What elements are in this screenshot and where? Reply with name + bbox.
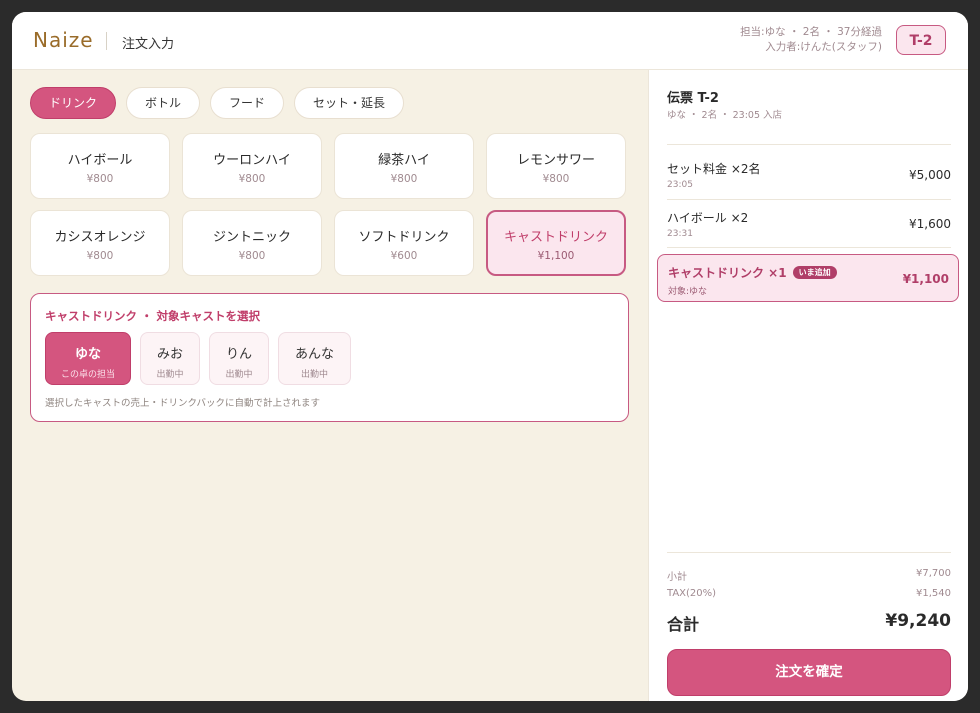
slip-item-name-text: キャストドリンク ×1 (668, 266, 787, 280)
divider (667, 552, 951, 553)
menu-item-oolong-hai[interactable]: ウーロンハイ ¥800 (182, 133, 322, 199)
slip-item-price: ¥1,600 (909, 217, 951, 231)
header: Naize 注文入力 担当:ゆな ・ 2名 ・ 37分経過 入力者:けんた(スタ… (12, 12, 968, 70)
tax-value: ¥1,540 (916, 588, 951, 599)
cast-option-yuna[interactable]: ゆな この卓の担当 (45, 332, 131, 385)
menu-item-price: ¥800 (86, 173, 114, 185)
menu-item-price: ¥800 (86, 250, 114, 262)
cast-name: りん (225, 347, 252, 362)
menu-item-price: ¥600 (390, 250, 418, 262)
table-badge[interactable]: T-2 (896, 25, 946, 55)
menu-item-cassis-orange[interactable]: カシスオレンジ ¥800 (30, 210, 170, 276)
slip-item-price: ¥5,000 (909, 168, 951, 182)
slip-item[interactable]: セット料金 ×2名 23:05 ¥5,000 (667, 160, 951, 190)
menu-grid: ハイボール ¥800 ウーロンハイ ¥800 緑茶ハイ ¥800 レモンサワー … (30, 133, 629, 276)
menu-item-soft-drink[interactable]: ソフトドリンク ¥600 (334, 210, 474, 276)
menu-item-gin-tonic[interactable]: ジントニック ¥800 (182, 210, 322, 276)
subtotal-label: 小計 (667, 572, 687, 583)
tab-drink[interactable]: ドリンク (30, 87, 117, 119)
slip-item-added[interactable]: キャストドリンク ×1 いま追加 対象:ゆな ¥1,100 (657, 254, 959, 302)
category-tabs: ドリンク ボトル フード セット・延長 (30, 87, 405, 119)
total-value: ¥9,240 (885, 611, 951, 631)
menu-item-name: ハイボール (67, 153, 133, 168)
cast-option-anna[interactable]: あんな 出勤中 (278, 332, 351, 385)
menu-item-name: レモンサワー (516, 153, 595, 168)
tab-bottle[interactable]: ボトル (126, 87, 201, 119)
tax-label: TAX(20%) (667, 588, 717, 599)
slip-item-price: ¥1,100 (902, 272, 949, 286)
menu-item-lemon-sour[interactable]: レモンサワー ¥800 (486, 133, 626, 199)
cast-select-panel: キャストドリンク ・ 対象キャストを選択 ゆな この卓の担当 みお 出勤中 りん… (30, 293, 629, 422)
tax-row: TAX(20%) ¥1,540 (667, 588, 951, 599)
cast-status: 出勤中 (300, 370, 328, 380)
tab-food[interactable]: フード (210, 87, 285, 119)
menu-item-name: ソフトドリンク (358, 230, 450, 245)
cast-status: 出勤中 (225, 370, 253, 380)
slip-item[interactable]: ハイボール ×2 23:31 ¥1,600 (667, 209, 951, 239)
cast-options: ゆな この卓の担当 みお 出勤中 りん 出勤中 あんな 出勤中 (45, 332, 351, 385)
tab-set-extension[interactable]: セット・延長 (294, 87, 405, 119)
cast-name: あんな (294, 347, 334, 362)
cast-status: 出勤中 (156, 370, 184, 380)
page-title: 注文入力 (122, 37, 175, 52)
order-slip: 伝票 T-2 ゆな ・ 2名 ・ 23:05 入店 セット料金 ×2名 23:0… (648, 70, 968, 701)
header-divider (106, 32, 107, 50)
cast-name: みお (156, 347, 183, 362)
menu-item-name: カシスオレンジ (54, 230, 146, 245)
menu-item-price: ¥1,100 (537, 250, 575, 262)
total-label: 合計 (667, 615, 700, 634)
cast-select-note: 選択したキャストの売上・ドリンクバックに自動で計上されます (45, 398, 321, 409)
menu-item-price: ¥800 (542, 173, 570, 185)
cast-option-mio[interactable]: みお 出勤中 (140, 332, 200, 385)
subtotal-row: 小計 ¥7,700 (667, 568, 951, 583)
menu-item-highball[interactable]: ハイボール ¥800 (30, 133, 170, 199)
menu-item-price: ¥800 (238, 173, 266, 185)
subtotal-value: ¥7,700 (916, 568, 951, 579)
table-info: 担当:ゆな ・ 2名 ・ 37分経過 入力者:けんた(スタッフ) (740, 25, 882, 55)
pos-screen: Naize 注文入力 担当:ゆな ・ 2名 ・ 37分経過 入力者:けんた(スタ… (12, 12, 968, 701)
slip-title: 伝票 T-2 (667, 91, 719, 106)
menu-item-cast-drink[interactable]: キャストドリンク ¥1,100 (486, 210, 626, 276)
divider (667, 199, 951, 200)
cast-select-title: キャストドリンク ・ 対象キャストを選択 (45, 309, 261, 323)
menu-item-name: ジントニック (212, 230, 291, 245)
menu-item-name: キャストドリンク (503, 230, 608, 245)
cast-status: この卓の担当 (60, 370, 115, 380)
menu-item-price: ¥800 (390, 173, 418, 185)
cast-option-rin[interactable]: りん 出勤中 (209, 332, 269, 385)
divider (667, 144, 951, 145)
menu-item-name: ウーロンハイ (213, 153, 291, 168)
confirm-order-button[interactable]: 注文を確定 (667, 649, 951, 696)
new-badge: いま追加 (792, 266, 837, 279)
total-row: 合計 ¥9,240 (667, 611, 951, 635)
brand-logo: Naize (33, 28, 94, 52)
table-info-operator: 入力者:けんた(スタッフ) (765, 41, 882, 53)
divider (667, 247, 951, 248)
table-info-summary: 担当:ゆな ・ 2名 ・ 37分経過 (740, 26, 882, 38)
cast-name: ゆな (74, 347, 101, 362)
menu-item-name: 緑茶ハイ (378, 153, 430, 168)
menu-item-green-tea-hai[interactable]: 緑茶ハイ ¥800 (334, 133, 474, 199)
menu-item-price: ¥800 (238, 250, 266, 262)
slip-subtitle: ゆな ・ 2名 ・ 23:05 入店 (667, 110, 783, 121)
